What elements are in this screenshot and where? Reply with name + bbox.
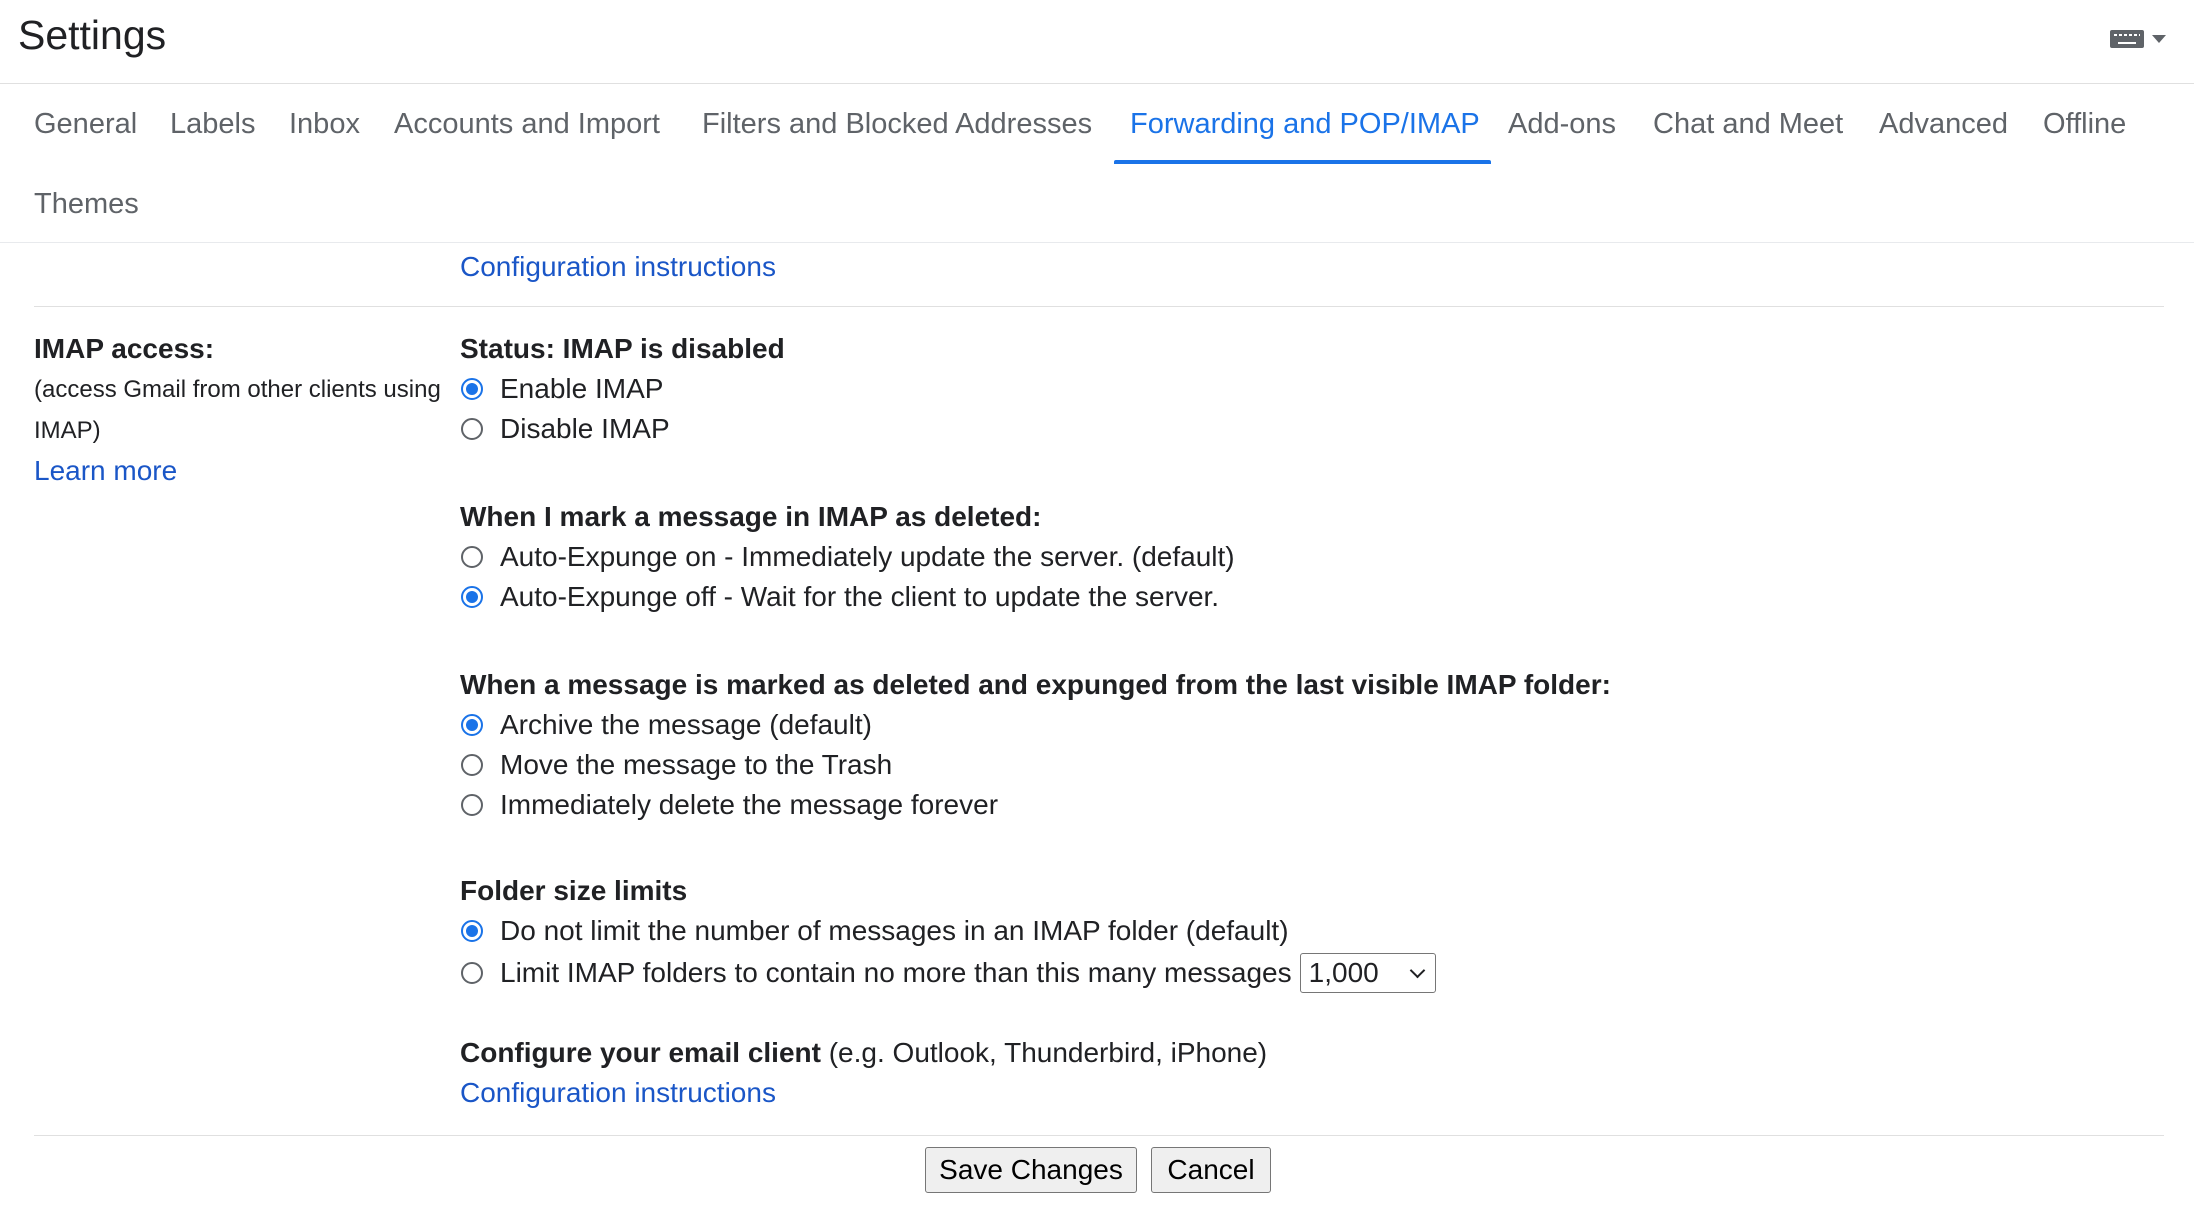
archive-message-label: Archive the message (default) (500, 709, 872, 740)
tab-general[interactable]: General (18, 104, 153, 144)
move-to-trash-option[interactable]: Move the message to the Trash (460, 745, 1611, 785)
tab-add-ons[interactable]: Add-ons (1492, 104, 1632, 144)
actions-divider (34, 1135, 2164, 1136)
folder-limit-select[interactable]: 1,000 (1299, 953, 1436, 993)
folder-size-limits-title: Folder size limits (460, 875, 688, 906)
caret-down-icon[interactable] (2152, 35, 2166, 43)
move-to-trash-radio[interactable] (461, 754, 483, 776)
delete-forever-option[interactable]: Immediately delete the message forever (460, 785, 1611, 825)
auto-expunge-on-radio[interactable] (461, 546, 483, 568)
tab-accounts-and-import[interactable]: Accounts and Import (378, 104, 676, 144)
chevron-down-icon (1409, 962, 1425, 978)
save-changes-button[interactable]: Save Changes (925, 1147, 1137, 1193)
tab-inbox[interactable]: Inbox (273, 104, 376, 144)
tab-themes[interactable]: Themes (18, 184, 155, 224)
active-tab-indicator (1114, 160, 1491, 164)
section-divider (34, 306, 2164, 307)
settings-content: Configuration instructions IMAP access: … (0, 243, 2194, 1226)
no-limit-label: Do not limit the number of messages in a… (500, 915, 1289, 946)
auto-expunge-off-radio[interactable] (461, 586, 483, 608)
configure-client-title: Configure your email client (e.g. Outloo… (460, 1033, 1267, 1073)
auto-expunge-off-option[interactable]: Auto-Expunge off - Wait for the client t… (460, 577, 1235, 617)
cancel-button[interactable]: Cancel (1151, 1147, 1271, 1193)
tab-labels[interactable]: Labels (154, 104, 271, 144)
mark-deleted-title: When I mark a message in IMAP as deleted… (460, 501, 1042, 532)
folder-limit-value: 1,000 (1308, 957, 1379, 988)
imap-label-column: IMAP access: (access Gmail from other cl… (34, 329, 454, 491)
mark-deleted-section: When I mark a message in IMAP as deleted… (460, 497, 1235, 617)
tab-filters-and-blocked-addresses[interactable]: Filters and Blocked Addresses (686, 104, 1108, 144)
imap-access-label: IMAP access: (34, 333, 215, 364)
configure-client-title-examples: (e.g. Outlook, Thunderbird, iPhone) (820, 1037, 1268, 1068)
keyboard-icon[interactable] (2110, 30, 2144, 48)
settings-tabs: General Labels Inbox Accounts and Import… (0, 84, 2194, 243)
tab-advanced[interactable]: Advanced (1863, 104, 2024, 144)
input-tools-button[interactable] (2110, 24, 2170, 54)
configure-client-title-bold: Configure your email client (460, 1037, 821, 1068)
tab-forwarding-and-pop-imap[interactable]: Forwarding and POP/IMAP (1114, 104, 1496, 144)
pop-configuration-instructions-link[interactable]: Configuration instructions (460, 247, 776, 287)
tab-offline[interactable]: Offline (2027, 104, 2142, 144)
move-to-trash-label: Move the message to the Trash (500, 749, 893, 780)
enable-imap-label: Enable IMAP (500, 373, 664, 404)
folder-size-limits-section: Folder size limits Do not limit the numb… (460, 871, 1436, 995)
delete-forever-radio[interactable] (461, 794, 483, 816)
disable-imap-radio[interactable] (461, 418, 483, 440)
client-configuration-instructions-link[interactable]: Configuration instructions (460, 1073, 1267, 1113)
auto-expunge-on-option[interactable]: Auto-Expunge on - Immediately update the… (460, 537, 1235, 577)
limit-folders-radio[interactable] (461, 962, 483, 984)
settings-header: Settings (0, 0, 2194, 84)
delete-forever-label: Immediately delete the message forever (500, 789, 999, 820)
learn-more-link[interactable]: Learn more (34, 451, 454, 491)
limit-folders-option[interactable]: Limit IMAP folders to contain no more th… (460, 951, 1436, 995)
enable-imap-option[interactable]: Enable IMAP (460, 369, 785, 409)
archive-message-radio[interactable] (461, 714, 483, 736)
enable-imap-radio[interactable] (461, 378, 483, 400)
imap-access-description: (access Gmail from other clients using I… (34, 376, 441, 444)
no-limit-radio[interactable] (461, 920, 483, 942)
auto-expunge-on-label: Auto-Expunge on - Immediately update the… (500, 541, 1235, 572)
tab-chat-and-meet[interactable]: Chat and Meet (1637, 104, 1859, 144)
page-title: Settings (18, 12, 167, 58)
archive-message-option[interactable]: Archive the message (default) (460, 705, 1611, 745)
disable-imap-label: Disable IMAP (500, 413, 670, 444)
no-limit-option[interactable]: Do not limit the number of messages in a… (460, 911, 1436, 951)
limit-folders-label: Limit IMAP folders to contain no more th… (500, 957, 1292, 988)
imap-status-section: Status: IMAP is disabled Enable IMAP Dis… (460, 329, 785, 449)
disable-imap-option[interactable]: Disable IMAP (460, 409, 785, 449)
expunged-section: When a message is marked as deleted and … (460, 665, 1611, 825)
auto-expunge-off-label: Auto-Expunge off - Wait for the client t… (500, 581, 1220, 612)
configure-client-section: Configure your email client (e.g. Outloo… (460, 1033, 1267, 1113)
imap-status: Status: IMAP is disabled (460, 333, 785, 364)
expunged-title: When a message is marked as deleted and … (460, 669, 1611, 700)
